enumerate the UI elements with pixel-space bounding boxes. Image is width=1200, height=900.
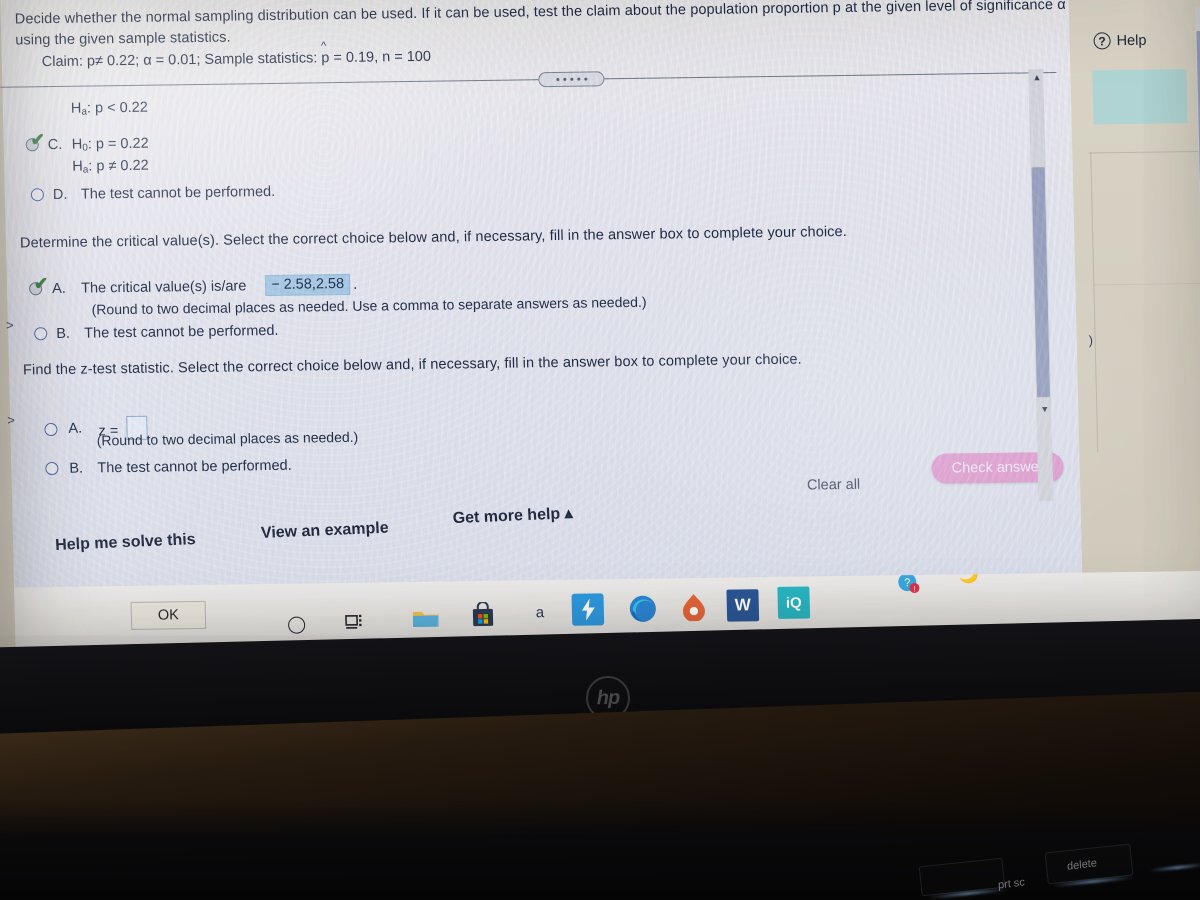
critical-value-period: . — [352, 276, 358, 293]
question-prompt-line2: using the given sample statistics. — [15, 29, 231, 49]
laptop-keyboard: prt sc delete — [0, 800, 1200, 900]
claim-statement: Claim: p≠ 0.22; α = 0.01; Sample statist… — [42, 49, 432, 70]
claim-tail: = 0.19, n = 100 — [329, 48, 432, 67]
hypothesis-option-d-label[interactable]: The test cannot be performed. — [81, 182, 276, 205]
microsoft-word-icon[interactable]: W — [726, 589, 760, 622]
help-icon: ? — [1093, 32, 1111, 50]
task-view-icon[interactable] — [343, 611, 366, 633]
sidebar-divider-3 — [1093, 282, 1200, 286]
help-link[interactable]: ? Help — [1093, 32, 1147, 50]
checkmark-icon-critical-a: ✔ — [33, 274, 49, 294]
hypothesis-partial-top: Ha: p < 0.22 — [71, 98, 148, 123]
radio-zstat-b[interactable] — [45, 461, 59, 476]
critical-value-answer-box[interactable]: − 2.58,2.58 — [264, 273, 351, 297]
orange-app-icon[interactable] — [678, 592, 709, 622]
critical-option-b-label[interactable]: The test cannot be performed. — [84, 321, 279, 344]
file-explorer-icon[interactable] — [411, 606, 442, 632]
laptop-screen: ? Help ) > > Decide whether the normal s… — [0, 0, 1200, 686]
zstat-option-b-label[interactable]: The test cannot be performed. — [97, 456, 292, 479]
zstat-round-note: (Round to two decimal places as needed.) — [96, 428, 359, 449]
caret-up-icon: ▴ — [564, 505, 574, 523]
scroll-up-arrow-icon[interactable]: ▲ — [1032, 72, 1041, 82]
iq-glyph: iQ — [785, 594, 802, 612]
lightning-app-icon[interactable] — [571, 593, 605, 626]
microsoft-store-icon[interactable] — [470, 601, 497, 629]
critical-option-a-label: The critical value(s) is/are — [80, 278, 247, 297]
section-divider — [0, 72, 1057, 88]
help-me-solve-this-link[interactable]: Help me solve this — [55, 531, 196, 555]
svg-text:!: ! — [913, 584, 915, 593]
zstat-option-a-letter[interactable]: A. — [68, 419, 82, 439]
word-w-glyph: W — [734, 595, 752, 615]
teal-highlight-box — [1092, 69, 1188, 125]
sidebar-divider-2 — [1090, 152, 1099, 453]
get-more-help-label: Get more help — [452, 505, 561, 528]
radio-critical-b[interactable] — [34, 327, 48, 341]
claim-prefix: Claim: p — [41, 53, 96, 71]
microsoft-edge-icon[interactable] — [626, 593, 659, 625]
p-hat-symbol: p — [321, 50, 329, 66]
sidebar-paren-mark: ) — [1088, 332, 1094, 348]
clear-all-button[interactable]: Clear all — [807, 477, 861, 494]
amazon-a-icon[interactable]: a — [530, 602, 550, 622]
sidebar-divider-1 — [1088, 150, 1200, 154]
key-backlight-3 — [1149, 863, 1200, 872]
hypothesis-option-c-letter[interactable]: C. — [48, 135, 63, 155]
h0-rest: : p = 0.22 — [87, 135, 149, 153]
laptop-photo: ? Help ) > > Decide whether the normal s… — [0, 0, 1200, 900]
hypothesis-option-c-line2: Ha: p ≠ 0.22 — [72, 156, 149, 181]
amazon-a-glyph: a — [535, 603, 545, 621]
critical-option-b-letter[interactable]: B. — [56, 324, 70, 344]
left-chevron-1: > — [5, 317, 14, 333]
question-content-panel: > > Decide whether the normal sampling d… — [0, 0, 1083, 604]
get-more-help-link[interactable]: Get more help ▴ — [452, 503, 573, 528]
hypothesis-option-d-letter[interactable]: D. — [53, 185, 68, 205]
scroll-down-arrow-icon[interactable]: ▼ — [1040, 404, 1049, 414]
iq-app-icon[interactable]: iQ — [777, 586, 811, 619]
left-chevron-2: > — [7, 412, 16, 428]
ha-rest: : p ≠ 0.22 — [88, 157, 149, 175]
right-sidebar-panel: ? Help ) — [1068, 0, 1200, 589]
critical-value-instruction: Determine the critical value(s). Select … — [19, 223, 848, 252]
z-statistic-instruction: Find the z-test statistic. Select the co… — [22, 351, 802, 379]
radio-zstat-a[interactable] — [44, 422, 58, 437]
ok-button[interactable]: OK — [130, 600, 207, 630]
resize-grip-handle[interactable] — [538, 71, 605, 88]
zstat-option-b-letter[interactable]: B. — [69, 459, 83, 479]
radio-hypothesis-d[interactable] — [30, 188, 45, 202]
critical-option-a-letter[interactable]: A. — [52, 279, 66, 299]
h-rest: : p < 0.22 — [86, 99, 149, 117]
help-label: Help — [1116, 32, 1147, 49]
claim-middle: ≠ 0.22; α = 0.01; Sample statistics: — [94, 50, 322, 70]
question-prompt-line1: Decide whether the normal sampling distr… — [14, 0, 1066, 28]
cortana-circle-icon[interactable] — [285, 613, 308, 635]
help-notification-icon[interactable]: ? ! — [896, 571, 921, 595]
checkmark-icon-hypothesis-c: ✔ — [30, 130, 46, 150]
view-an-example-link[interactable]: View an example — [261, 520, 390, 543]
